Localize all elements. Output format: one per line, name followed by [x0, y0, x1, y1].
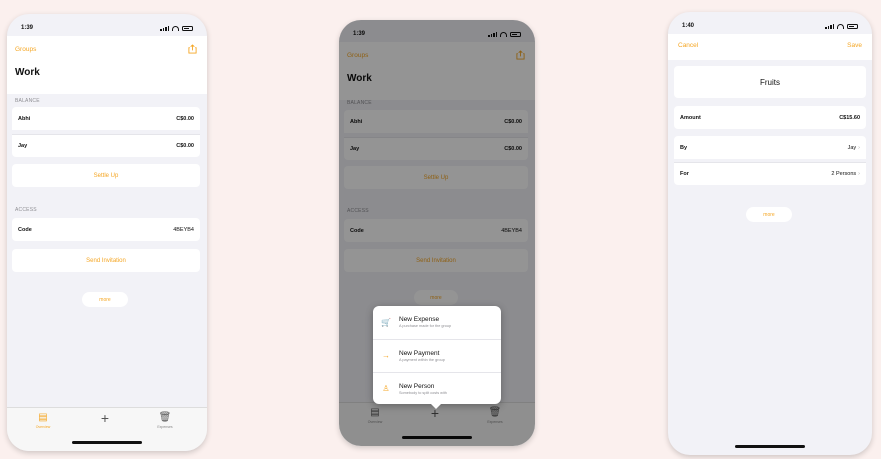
more-button[interactable]: more [746, 207, 792, 222]
battery-icon [847, 23, 858, 29]
trash-icon: 🗑 [158, 412, 172, 423]
menu-item-subtitle: A purchase made for the group [399, 324, 452, 328]
arrow-icon: → [382, 351, 390, 360]
balance-row: Jay C$0.00 [12, 134, 200, 157]
status-bar: 1:39 [7, 14, 207, 36]
menu-item-title: New Expense [399, 316, 440, 323]
menu-item-subtitle: Somebody to split costs with [399, 390, 447, 395]
wifi-icon [837, 23, 844, 29]
send-invitation-button[interactable]: Send Invitation [12, 249, 200, 272]
tab-overview[interactable]: ▤ Overview [23, 412, 63, 429]
chevron-right-icon: › [858, 144, 860, 151]
page-title: Work [15, 67, 40, 78]
groups-back-link[interactable]: Groups [15, 46, 36, 53]
amount-label: Amount [680, 114, 701, 121]
code-row: Code 4BEYB4 [12, 218, 200, 241]
balance-name: Jay [18, 143, 28, 149]
balance-name: Abhi [18, 115, 31, 122]
signal-icon [825, 23, 834, 29]
add-menu-popup: 🛒 New Expense A purchase made for the gr… [373, 306, 501, 409]
home-indicator [735, 445, 805, 448]
for-row[interactable]: For 2 Persons › [674, 162, 866, 185]
by-value: Jay [847, 144, 857, 151]
signal-icon [160, 25, 169, 31]
cart-icon: 🛒 [381, 317, 391, 327]
overview-icon: ▤ [38, 412, 48, 423]
new-person-item[interactable]: ♙ New Person Somebody to split costs wit… [373, 372, 501, 404]
by-row[interactable]: By Jay › [674, 136, 866, 159]
amount-row[interactable]: Amount C$15.60 [674, 106, 866, 129]
for-value: 2 Persons [831, 171, 857, 177]
more-button[interactable]: more [82, 292, 128, 307]
tab-bar: ▤ Overview + 🗑 Expenses [7, 407, 207, 451]
plus-icon: + [100, 410, 110, 426]
status-bar: 1:40 [668, 12, 872, 34]
nav-bar: Cancel Save [668, 34, 872, 60]
status-time: 1:40 [682, 23, 695, 29]
phone-screen-add-menu: 1:39 Groups Work BALANCE Abhi C$0.00 Jay… [339, 20, 535, 446]
balance-row: Abhi C$0.00 [12, 107, 200, 130]
person-icon: ♙ [382, 384, 390, 393]
phone-screen-overview: 1:39 Groups Work BALANCE Abhi C$0.00 Jay… [7, 14, 207, 451]
home-indicator [72, 441, 142, 444]
tab-expenses[interactable]: 🗑 Expenses [145, 412, 185, 429]
cancel-button[interactable]: Cancel [678, 42, 698, 49]
share-icon[interactable] [188, 44, 197, 54]
code-label: Code [18, 226, 32, 233]
menu-item-title: New Payment [399, 349, 440, 357]
status-time: 1:39 [21, 25, 34, 31]
for-label: For [680, 171, 689, 177]
new-expense-item[interactable]: 🛒 New Expense A purchase made for the gr… [373, 306, 501, 338]
phone-screen-edit-expense: 1:40 Cancel Save Fruits Amount C$15.60 B… [668, 12, 872, 455]
nav-bar: Groups Work [7, 36, 207, 94]
code-value: 4BEYB4 [173, 226, 194, 233]
amount-value: C$15.60 [839, 114, 860, 121]
balance-header: BALANCE [15, 98, 40, 104]
new-payment-item[interactable]: → New Payment A payment within the group [373, 339, 501, 371]
save-button[interactable]: Save [847, 42, 862, 49]
settle-up-button[interactable]: Settle Up [12, 164, 200, 187]
menu-item-title: New Person [399, 382, 435, 390]
balance-value: C$0.00 [176, 143, 194, 149]
tab-add[interactable]: + [85, 410, 125, 426]
tab-label: Overview [35, 425, 51, 429]
expense-title-field[interactable]: Fruits [674, 66, 866, 98]
tab-label: Expenses [157, 425, 173, 429]
access-header: ACCESS [15, 207, 37, 213]
menu-item-subtitle: A payment within the group [399, 357, 445, 362]
battery-icon [182, 25, 193, 31]
wifi-icon [172, 25, 179, 31]
by-label: By [680, 144, 688, 151]
balance-value: C$0.00 [176, 115, 194, 122]
chevron-right-icon: › [858, 171, 860, 177]
